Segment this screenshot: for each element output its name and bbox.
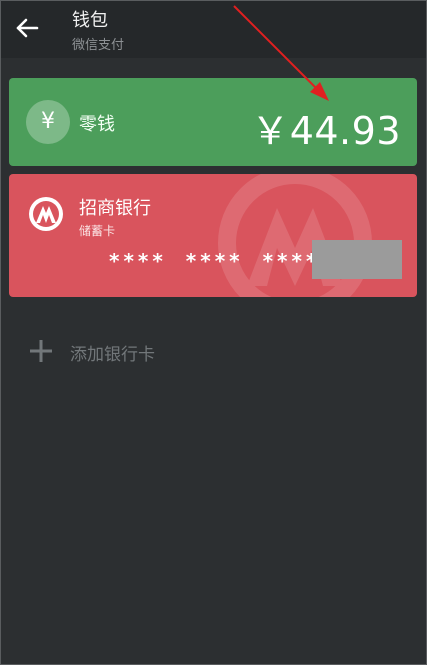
wallet-screen: 钱包 微信支付 ¥ 零钱 ￥44.93 招商银行 储蓄卡 **** **** *…: [0, 0, 427, 665]
add-bank-card-label: 添加银行卡: [70, 345, 155, 365]
add-bank-card-button[interactable]: 添加银行卡: [0, 326, 427, 376]
change-card[interactable]: ¥ 零钱 ￥44.93: [9, 78, 417, 166]
bank-card[interactable]: 招商银行 储蓄卡 **** **** ****: [9, 174, 417, 297]
back-button[interactable]: [8, 8, 48, 48]
change-label: 零钱: [79, 114, 115, 135]
arrow-left-icon: [16, 18, 39, 38]
bank-name: 招商银行: [79, 198, 151, 219]
page-subtitle: 微信支付: [72, 38, 125, 53]
top-bar: 钱包 微信支付: [0, 0, 427, 58]
masked-card-number: **** **** ****: [109, 249, 321, 273]
change-balance: ￥44.93: [251, 109, 401, 153]
card-number-redaction: [312, 240, 402, 279]
page-title: 钱包: [72, 10, 108, 31]
yuan-icon: ¥: [26, 100, 70, 144]
bank-card-type: 储蓄卡: [79, 224, 116, 238]
bank-logo-icon: [29, 197, 63, 231]
yuan-glyph: ¥: [41, 109, 55, 134]
plus-icon: [30, 340, 52, 362]
